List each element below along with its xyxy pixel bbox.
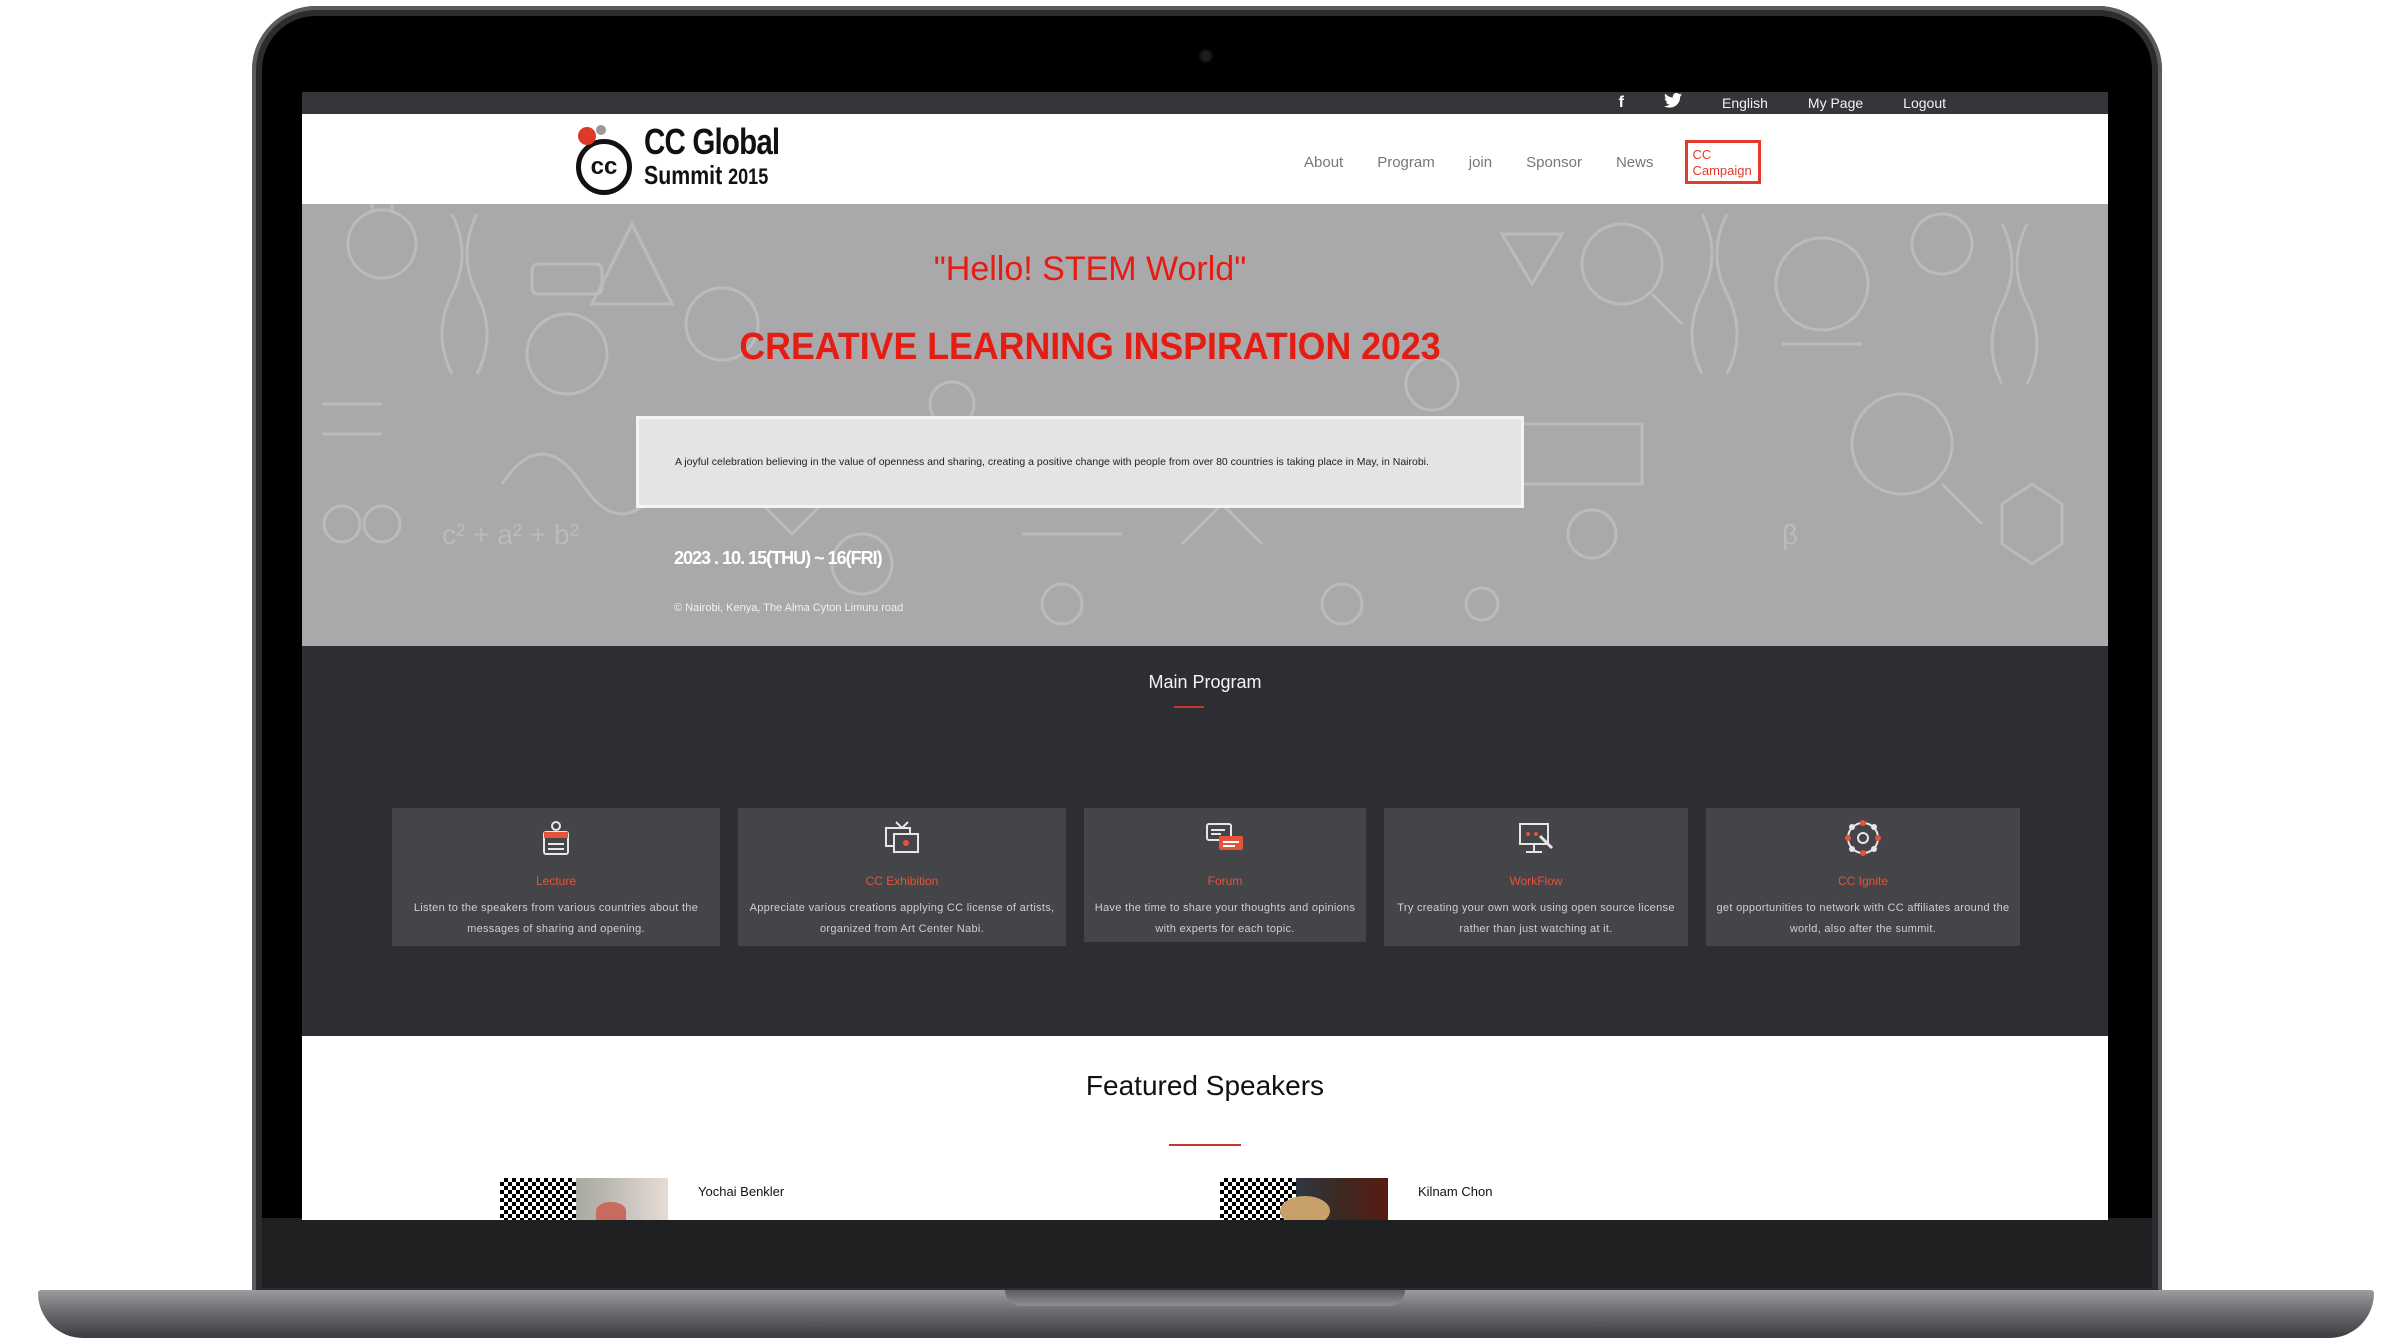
laptop-chin — [262, 1218, 2152, 1288]
nav-cc-campaign[interactable]: CC Campaign — [1685, 140, 1762, 184]
card-description: Have the time to share your thoughts and… — [1094, 902, 1356, 935]
card-description: Appreciate various creations applying CC… — [749, 902, 1055, 935]
program-card-workflow[interactable]: WorkFlow Try creating your own work usin… — [1384, 808, 1688, 946]
cc-logo-icon: cc — [574, 125, 636, 195]
program-card-forum[interactable]: Forum Have the time to share your though… — [1084, 808, 1366, 942]
network-icon — [1845, 820, 1881, 856]
nav-news[interactable]: News — [1616, 154, 1654, 171]
laptop-foot — [808, 1323, 828, 1326]
nav-about[interactable]: About — [1304, 154, 1343, 171]
hero-description-box: A joyful celebration believing in the va… — [636, 416, 1524, 508]
svg-text:β: β — [1782, 519, 1798, 550]
event-location: © Nairobi, Kenya, The Alma Cyton Limuru … — [674, 602, 904, 614]
language-link[interactable]: English — [1722, 95, 1768, 111]
speaker-name: Kilnam Chon — [1418, 1184, 1493, 1199]
hero-headline: CREATIVE LEARNING INSPIRATION 2023 — [739, 326, 1441, 368]
speaker-photo — [500, 1178, 668, 1220]
program-card-cc-ignite[interactable]: CC Ignite get opportunities to network w… — [1706, 808, 2020, 946]
speaker-name: Yochai Benkler — [698, 1184, 785, 1199]
site-logo[interactable]: cc CC Global Summit 2015 — [574, 121, 809, 195]
main-program-section: Main Program Lecture Listen to the speak… — [302, 646, 2108, 1036]
site-header: cc CC Global Summit 2015 About Program j… — [302, 114, 2108, 204]
nav-program[interactable]: Program — [1377, 154, 1435, 171]
logout-link[interactable]: Logout — [1903, 95, 1946, 111]
exhibition-icon — [885, 821, 919, 853]
nav-sponsor[interactable]: Sponsor — [1526, 154, 1582, 171]
hero-description: A joyful celebration believing in the va… — [675, 456, 1429, 468]
card-title: Forum — [1207, 874, 1243, 888]
workflow-icon — [1519, 823, 1554, 853]
facebook-icon[interactable]: f — [1619, 94, 1624, 112]
speaker-card[interactable]: Kilnam Chon — [1220, 1178, 1492, 1220]
card-title: Lecture — [535, 874, 577, 888]
card-title: CC Exhibition — [865, 874, 939, 888]
card-title: WorkFlow — [1509, 874, 1563, 888]
twitter-icon[interactable] — [1664, 93, 1682, 113]
card-title: CC Ignite — [1837, 874, 1889, 888]
svg-text:c² + a² + b²: c² + a² + b² — [442, 519, 579, 550]
card-description: Try creating your own work using open so… — [1397, 902, 1675, 935]
logo-mark-text: cc — [576, 139, 632, 195]
title-underline — [1169, 1144, 1241, 1146]
hero-banner: c² + a² + b² β "Hello! STEM World" CREAT… — [302, 204, 2108, 646]
nav-join[interactable]: join — [1469, 154, 1492, 171]
featured-speakers-title: Featured Speakers — [1085, 1070, 1325, 1101]
my-page-link[interactable]: My Page — [1808, 95, 1863, 111]
card-description: get opportunities to network with CC aff… — [1716, 902, 2010, 935]
laptop-hinge-notch — [1005, 1290, 1405, 1306]
forum-icon — [1206, 823, 1243, 850]
featured-speakers-section: Featured Speakers Yochai Benkler Kilnam … — [302, 1036, 2108, 1220]
hero-quote: "Hello! STEM World" — [933, 250, 1247, 288]
browser-screen: f English My Page Logout cc CC Global Su… — [302, 92, 2108, 1220]
logo-line1: CC Global — [644, 121, 780, 162]
card-description: Listen to the speakers from various coun… — [413, 902, 699, 935]
logo-line2: Summit 2015 — [644, 160, 769, 190]
program-card-cc-exhibition[interactable]: CC Exhibition Appreciate various creatio… — [738, 808, 1066, 946]
speaker-card[interactable]: Yochai Benkler — [500, 1178, 784, 1220]
utility-bar: f English My Page Logout — [302, 92, 2108, 114]
logo-wordmark: CC Global Summit 2015 — [644, 121, 809, 190]
laptop-foot — [1592, 1323, 1612, 1326]
speaker-photo — [1220, 1178, 1388, 1220]
program-card-lecture[interactable]: Lecture Listen to the speakers from vari… — [392, 808, 720, 946]
lecture-icon — [543, 821, 569, 855]
main-nav: About Program join Sponsor News CC Campa… — [1304, 140, 1762, 184]
main-program-title: Main Program — [1148, 672, 1262, 692]
logo-year: 2015 — [728, 164, 769, 189]
event-date: 2023 . 10. 15(THU) ~ 16(FRI) — [674, 548, 883, 568]
camera-icon — [1201, 51, 1211, 61]
title-underline — [1174, 706, 1204, 708]
